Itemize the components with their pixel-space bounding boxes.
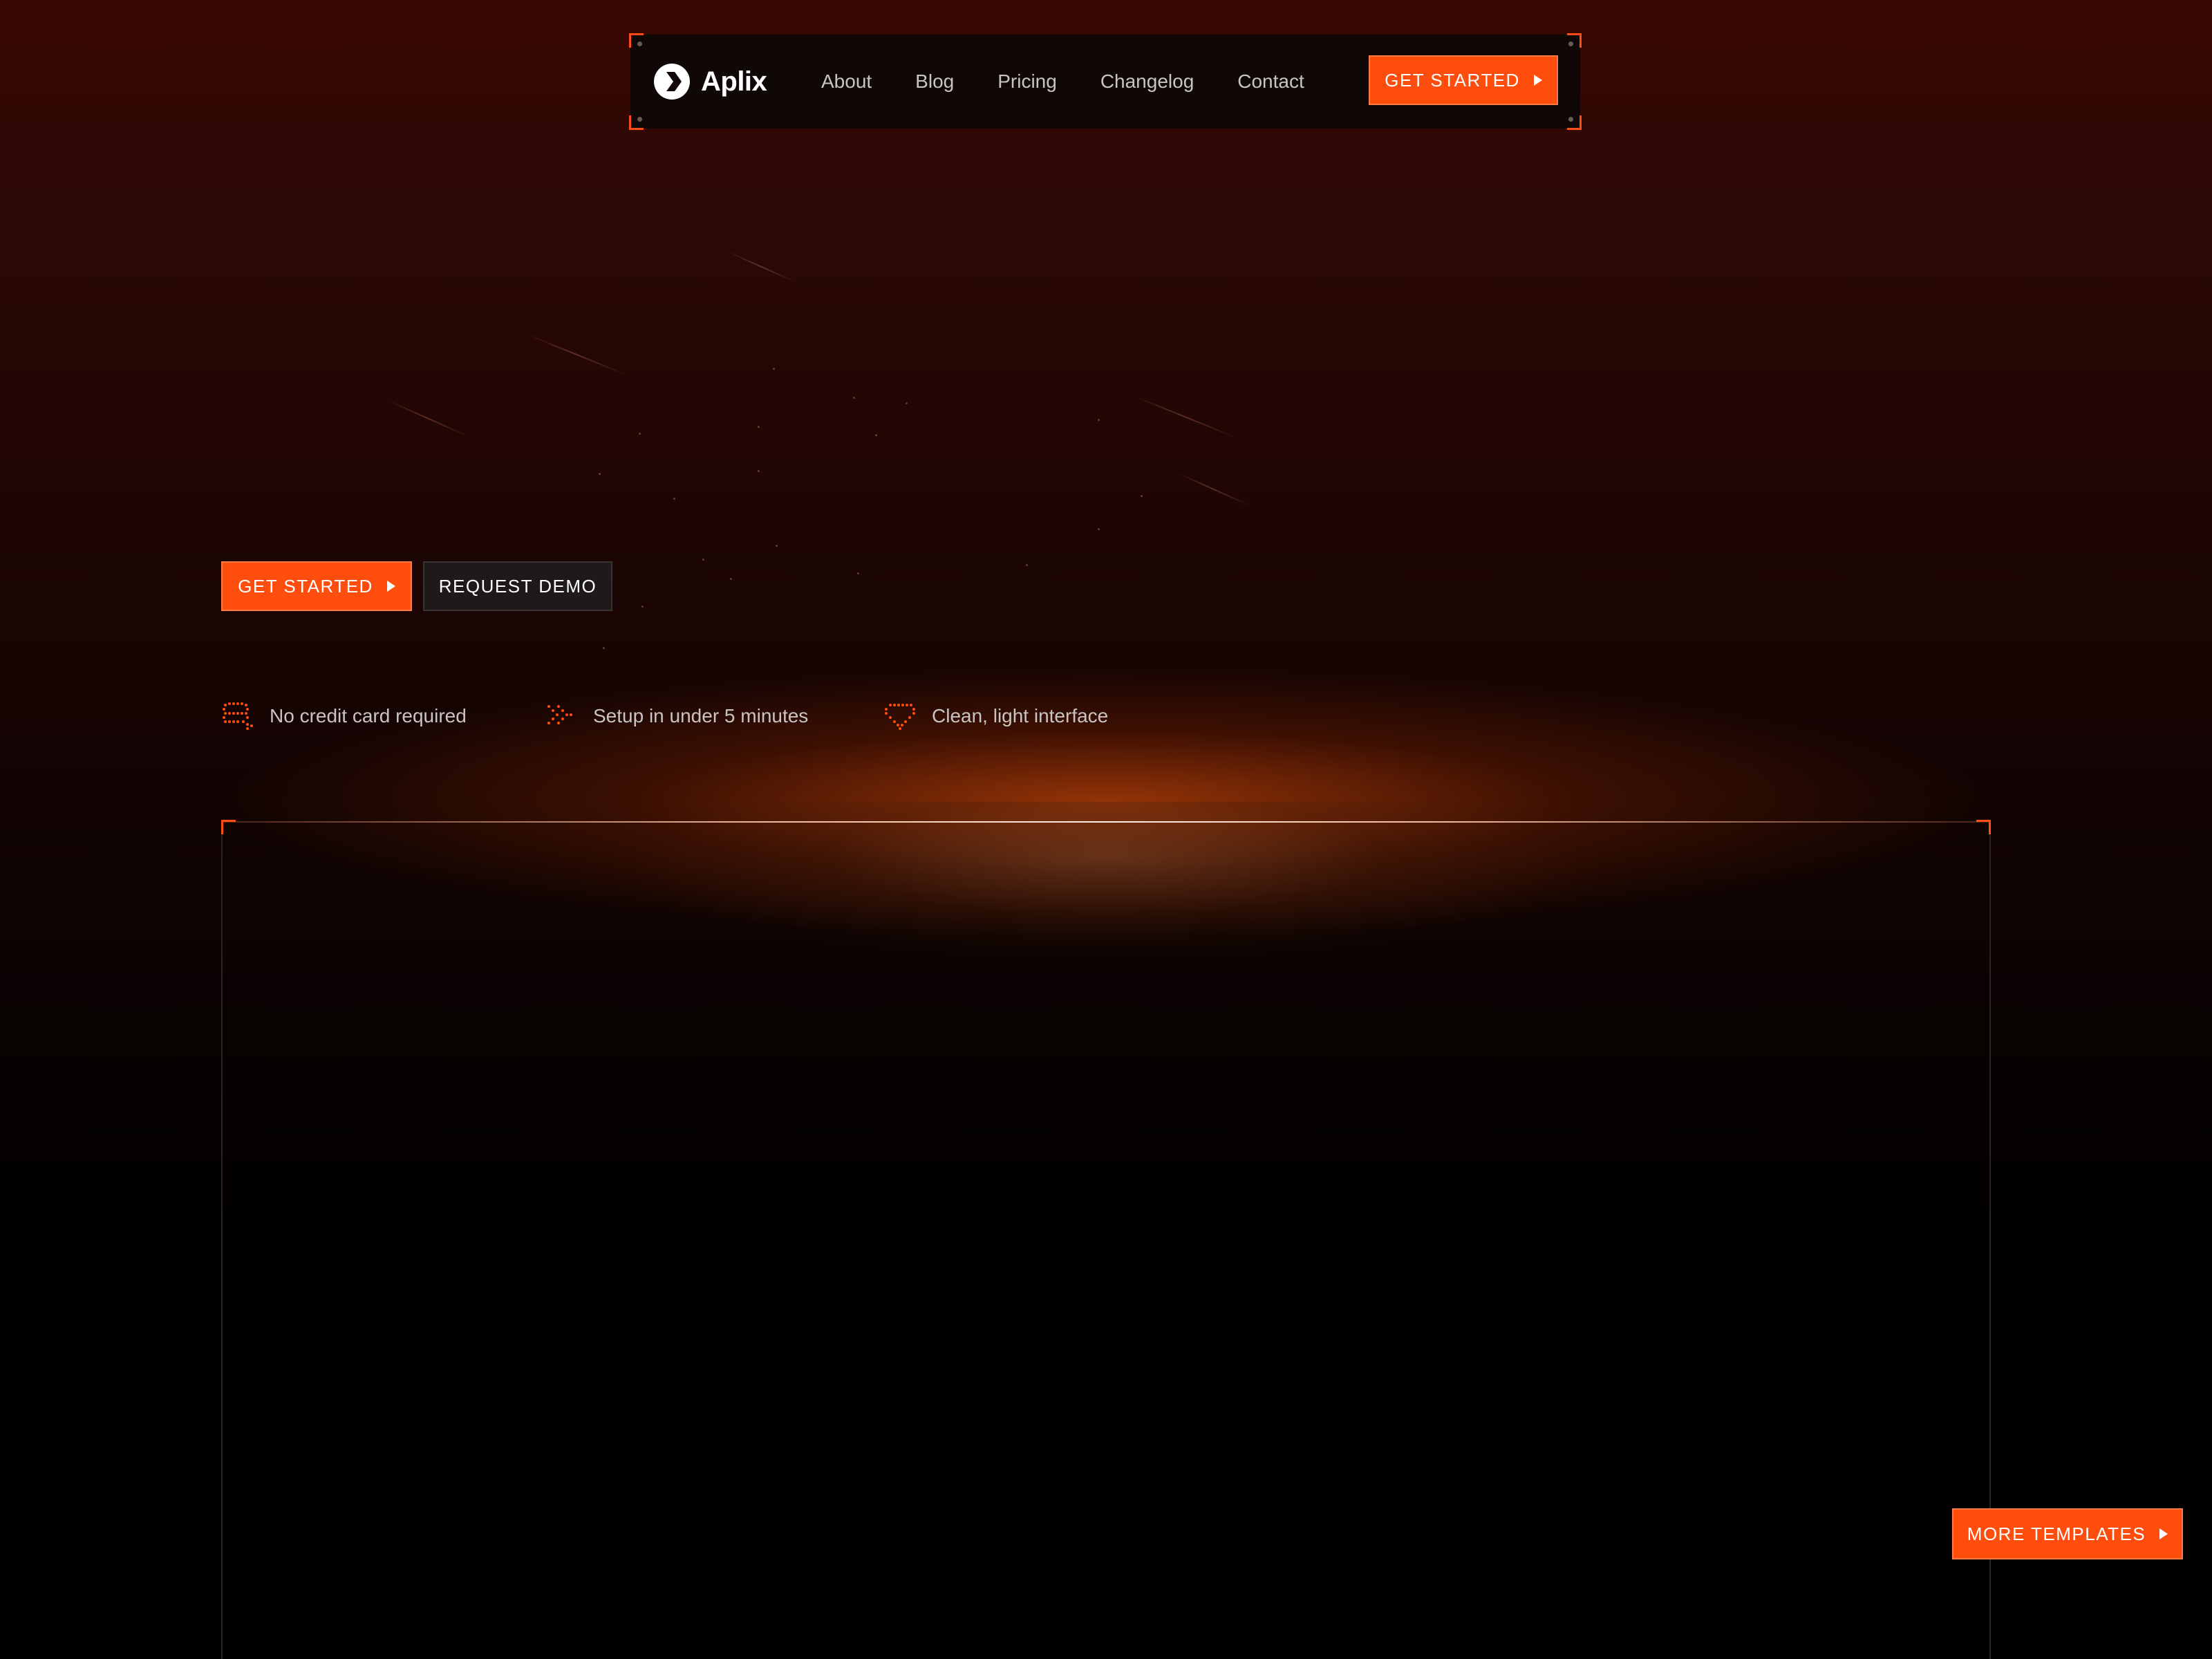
frame-dot [1568, 117, 1573, 122]
nav-links: About Blog Pricing Changelog Contact [821, 35, 1348, 129]
credit-card-icon [223, 702, 253, 730]
nav-link-pricing[interactable]: Pricing [997, 71, 1057, 93]
nav-link-contact[interactable]: Contact [1237, 71, 1304, 93]
decorative-dot [853, 397, 855, 399]
frame-dot [1568, 41, 1573, 46]
fast-forward-icon [547, 705, 572, 724]
nav-get-started-label: GET STARTED [1385, 69, 1520, 91]
feature-label: Setup in under 5 minutes [593, 705, 809, 727]
play-icon [2159, 1528, 2168, 1539]
request-demo-button[interactable]: REQUEST DEMO [423, 561, 612, 611]
feature-label: No credit card required [270, 705, 467, 727]
nav-link-changelog[interactable]: Changelog [1100, 71, 1194, 93]
frame-dot [637, 117, 642, 122]
decorative-dot [1026, 564, 1028, 566]
decorative-dot [1098, 528, 1100, 530]
decorative-dot [857, 572, 859, 574]
decorative-dot [641, 606, 644, 608]
hero-get-started-button[interactable]: GET STARTED [221, 561, 412, 611]
decorative-dot [730, 578, 732, 580]
brand-logo[interactable]: Aplix [654, 64, 767, 100]
decorative-dot [1141, 495, 1143, 497]
decorative-dot [702, 559, 704, 561]
decorative-dot [776, 545, 778, 547]
feature-item: Clean, light interface [883, 698, 1108, 734]
decorative-dot [758, 426, 760, 428]
frame-corner [1976, 820, 1991, 834]
nav-get-started-button[interactable]: GET STARTED [1369, 55, 1558, 105]
top-navigation-bar: Aplix About Blog Pricing Changelog Conta… [629, 33, 1582, 130]
decorative-dot [1098, 419, 1100, 421]
aplix-logo-icon [654, 64, 690, 100]
preview-top-border [223, 821, 1989, 823]
more-templates-label: MORE TEMPLATES [1967, 1523, 2146, 1544]
play-icon [1533, 75, 1542, 86]
request-demo-label: REQUEST DEMO [438, 575, 597, 597]
decorative-dot [639, 433, 641, 435]
product-preview-frame [221, 820, 1991, 1659]
decorative-dot [673, 498, 675, 500]
play-icon [386, 581, 395, 592]
feature-item: No credit card required [221, 698, 467, 734]
decorative-dot [773, 368, 775, 370]
decorative-dot [906, 402, 908, 404]
decorative-dot [875, 434, 877, 436]
diamond-icon [885, 704, 915, 730]
frame-corner [221, 820, 236, 834]
decorative-dot [603, 647, 605, 649]
nav-link-about[interactable]: About [821, 71, 872, 93]
more-templates-button[interactable]: MORE TEMPLATES [1952, 1508, 2183, 1559]
hero-get-started-label: GET STARTED [238, 575, 373, 597]
decorative-dot [599, 473, 601, 475]
feature-item: Setup in under 5 minutes [545, 698, 808, 734]
decorative-dot [758, 470, 760, 472]
brand-name: Aplix [701, 66, 767, 97]
feature-label: Clean, light interface [932, 705, 1109, 727]
frame-dot [637, 41, 642, 46]
nav-link-blog[interactable]: Blog [915, 71, 954, 93]
